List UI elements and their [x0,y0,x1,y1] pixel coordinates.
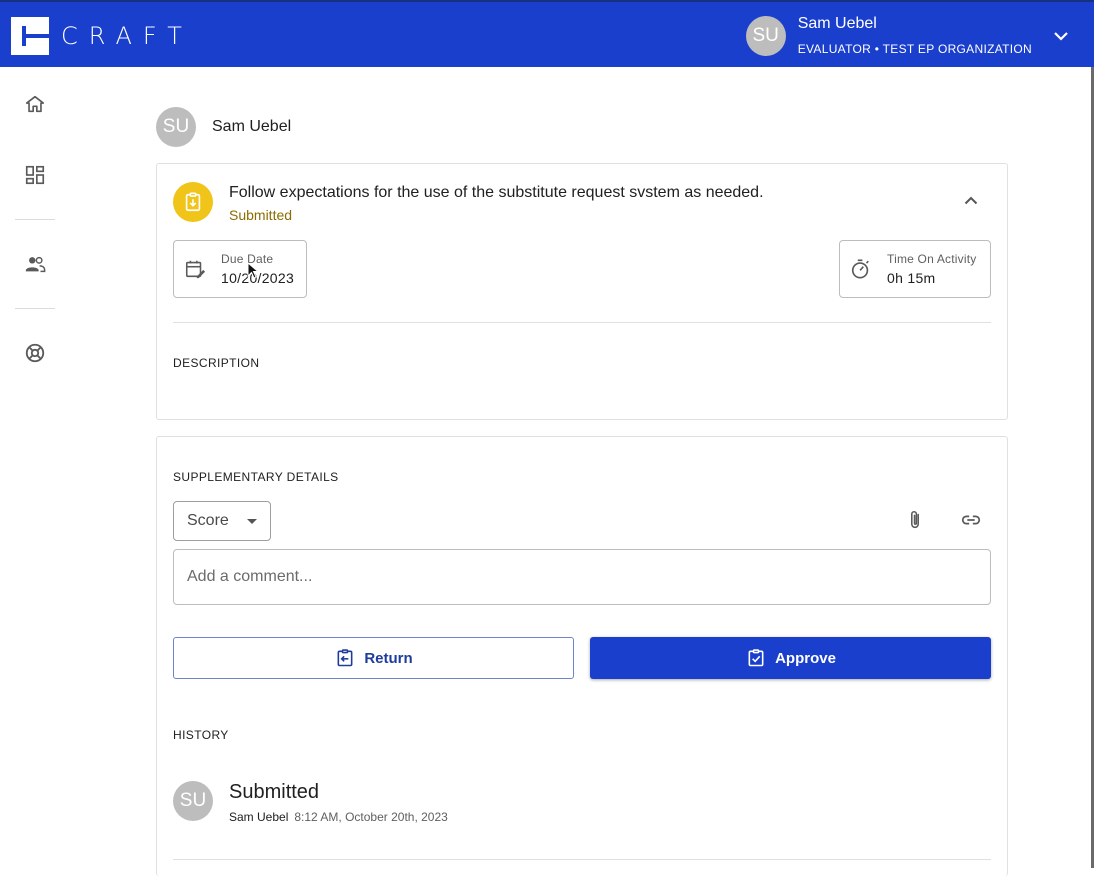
history-title: Submitted [229,781,320,803]
divider [173,859,991,860]
top-app-bar: CRAFT SU Sam Uebel EVALUATOR • TEST EP O… [0,0,1094,67]
home-icon[interactable] [22,91,48,117]
sidebar-nav [0,67,70,868]
sidebar-divider [15,308,55,309]
clipboard-check-icon [745,647,767,669]
owner-row: SU Sam Uebel [156,107,291,147]
logo-text: CRAFT [61,22,193,50]
task-status: Submitted [229,207,293,223]
dashboard-icon[interactable] [22,162,48,188]
due-date-chip[interactable]: Due Date 10/20/2023 [173,240,307,298]
task-status-icon [173,182,213,222]
link-icon[interactable] [959,508,983,532]
time-on-activity-text: Time On Activity 0h 15m [887,252,976,286]
history-author: Sam Uebel [229,810,289,824]
comment-input[interactable] [173,549,991,605]
approve-button[interactable]: Approve [590,637,991,679]
score-select[interactable]: Score [173,501,271,541]
user-menu[interactable]: SU Sam Uebel EVALUATOR • TEST EP ORGANIZ… [745,2,1094,69]
mouse-cursor-icon [247,261,260,280]
avatar: SU [173,781,213,821]
calendar-edit-icon [183,257,207,281]
supplementary-details-label: SUPPLEMENTARY DETAILS [173,470,339,484]
time-on-activity-label: Time On Activity [887,252,977,266]
timer-icon [849,257,873,281]
supplementary-card: SUPPLEMENTARY DETAILS Score Return [156,436,1008,876]
caret-down-icon [247,519,257,524]
logo-mark-icon [11,17,49,55]
score-select-value: Score [187,512,229,529]
history-label: HISTORY [173,728,229,742]
attachment-icon[interactable] [903,508,927,532]
approve-button-label: Approve [775,649,836,667]
user-role: EVALUATOR • TEST EP ORGANIZATION [797,42,1032,56]
avatar: SU [745,15,786,56]
description-label: DESCRIPTION [173,356,260,370]
chevron-down-icon[interactable] [1050,25,1072,47]
task-title: Follow expectations for the use of the s… [229,184,764,201]
time-on-activity-chip[interactable]: Time On Activity 0h 15m [839,240,991,298]
history-text: Submitted Sam Uebel 8:12 AM, October 20th… [229,781,448,824]
clipboard-return-icon [334,647,356,669]
avatar: SU [156,107,196,147]
time-on-activity-value: 0h 15m [887,270,936,286]
owner-name: Sam Uebel [212,118,292,135]
chevron-up-icon[interactable] [959,188,983,212]
history-item: SU Submitted Sam Uebel 8:12 AM, October 2… [173,781,448,824]
return-button[interactable]: Return [173,637,574,679]
user-info: Sam Uebel EVALUATOR • TEST EP ORGANIZATI… [798,15,1032,56]
return-button-label: Return [364,649,413,667]
craft-logo[interactable]: CRAFT [11,17,193,55]
user-name: Sam Uebel [797,15,877,32]
history-meta: Sam Uebel 8:12 AM, October 20th, 2023 [229,810,448,824]
history-time: 8:12 AM, October 20th, 2023 [294,810,448,824]
divider [173,322,991,323]
support-icon[interactable] [22,340,48,366]
task-card: Follow expectations for the use of the s… [156,163,1008,420]
people-icon[interactable] [22,251,48,277]
sidebar-divider [15,219,55,220]
